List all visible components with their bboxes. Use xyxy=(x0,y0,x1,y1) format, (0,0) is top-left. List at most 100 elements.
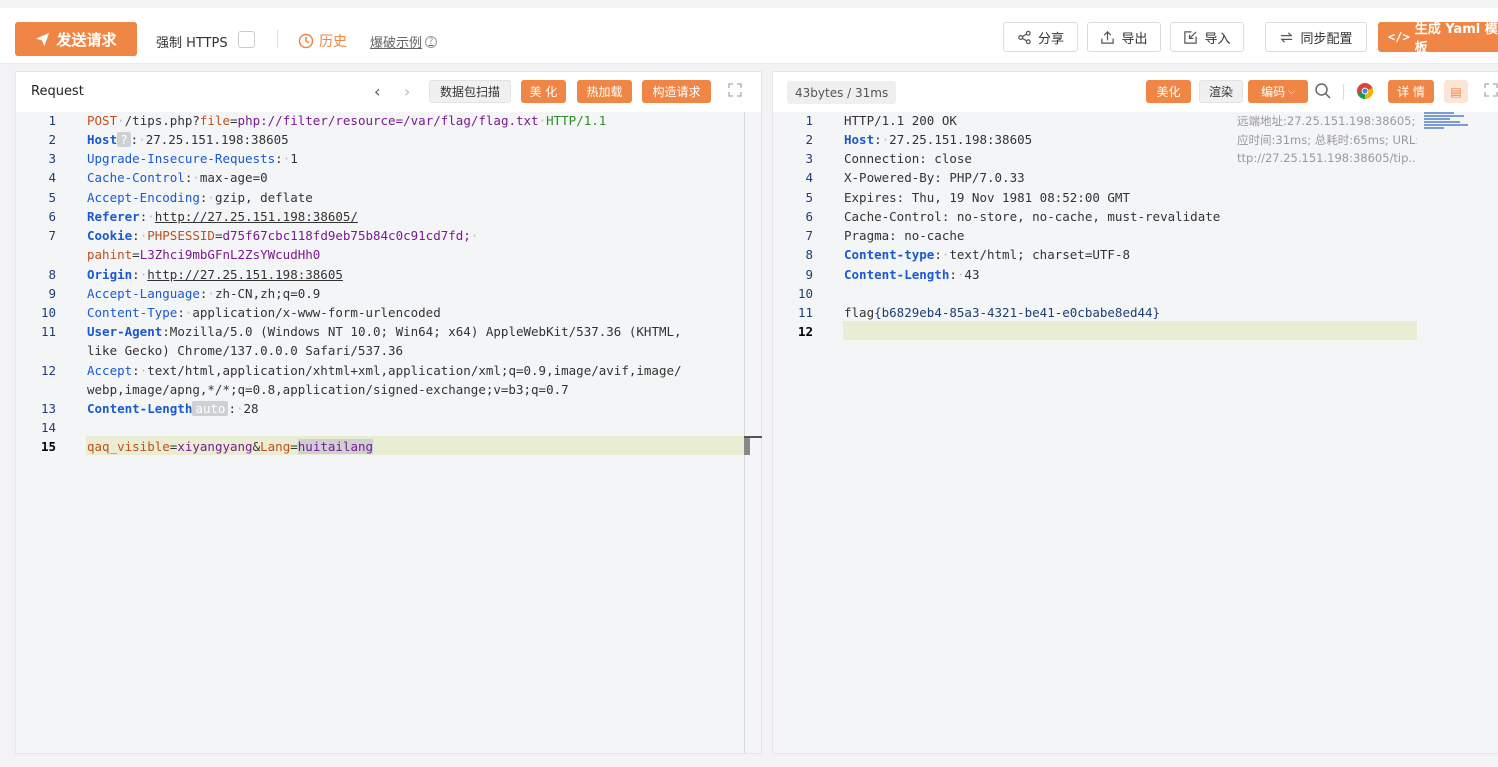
packet-scan-label: 数据包扫描 xyxy=(439,85,500,99)
sync-config-label: 同步配置 xyxy=(1300,31,1353,47)
share-icon xyxy=(1018,30,1031,44)
response-beautify-button[interactable]: 美化 xyxy=(1146,80,1191,103)
header-line: Connection: close xyxy=(844,151,972,166)
packet-scan-button[interactable]: 数据包扫描 xyxy=(429,80,511,103)
share-button[interactable]: 分享 xyxy=(1003,22,1078,52)
header-line: Content-type:·text/html; charset=UTF-8 xyxy=(844,247,1130,262)
request-title: Request xyxy=(31,84,84,99)
line-number: 12 xyxy=(797,324,813,339)
help-icon: ? xyxy=(425,35,438,48)
expand-icon[interactable] xyxy=(728,83,742,97)
import-label: 导入 xyxy=(1204,31,1231,47)
header-line: Pragma: no-cache xyxy=(844,228,965,243)
hot-load-label: 热加载 xyxy=(586,85,623,99)
chevron-down-icon: ⌵ xyxy=(1288,86,1295,97)
detail-button[interactable]: 详 情 xyxy=(1388,80,1434,103)
generate-yaml-button[interactable]: </> 生成 Yaml 模板 xyxy=(1378,22,1498,56)
header-line: Cookie:·PHPSESSID=d75f67cbc118fd9eb75b84… xyxy=(87,228,479,243)
export-label: 导出 xyxy=(1121,31,1148,47)
header-line: Accept:·text/html,application/xhtml+xml,… xyxy=(87,363,682,378)
render-label: 渲染 xyxy=(1208,85,1233,99)
line-number: 15 xyxy=(40,439,56,454)
editor-scrollbar[interactable] xyxy=(744,112,745,753)
construct-request-button[interactable]: 构造请求 xyxy=(642,80,711,103)
clock-icon xyxy=(298,33,314,49)
line-number: 3 xyxy=(48,151,56,166)
line-number: 11 xyxy=(40,324,56,339)
force-https-label: 强制 HTTPS xyxy=(156,36,228,51)
request-beautify-button[interactable]: 美 化 xyxy=(521,80,566,103)
detail-label: 详 情 xyxy=(1397,85,1425,99)
send-request-label: 发送请求 xyxy=(56,30,117,49)
request-line: POST·/tips.php?file=php://filter/resourc… xyxy=(87,113,607,128)
line-number: 7 xyxy=(805,228,813,243)
line-number: 6 xyxy=(805,209,813,224)
line-number: 5 xyxy=(48,190,56,205)
header-line: Cache-Control:·max-age=0 xyxy=(87,170,268,185)
host-hint-tag: ? xyxy=(117,132,131,147)
line-number: 3 xyxy=(805,151,813,166)
response-meta-line: ttp://27.25.151.198:38605/tip... xyxy=(1237,151,1417,165)
header-line-wrap: pahint=L3Zhci9mbGFnL2ZsYWcudHh0 xyxy=(87,247,321,262)
line-number: 10 xyxy=(40,305,56,320)
line-number: 13 xyxy=(40,401,56,416)
export-button[interactable]: 导出 xyxy=(1087,22,1161,52)
expand-icon[interactable] xyxy=(1484,83,1498,97)
header-line: Cache-Control: no-store, no-cache, must-… xyxy=(844,209,1221,224)
scroll-cursor-marker xyxy=(744,437,750,455)
cursor-line xyxy=(744,436,762,438)
encoding-dropdown[interactable]: 编码 ⌵ xyxy=(1248,80,1308,103)
header-line: Content-Type:·application/x-www-form-url… xyxy=(87,305,441,320)
request-panel: Request ‹ › 数据包扫描 美 化 热加载 构造请求 1 2 3 4 5… xyxy=(15,71,762,754)
line-number: 10 xyxy=(797,286,813,301)
chevron-right-icon[interactable]: › xyxy=(404,82,410,101)
render-button[interactable]: 渲染 xyxy=(1199,80,1243,103)
header-line: Upgrade-Insecure-Requests:·1 xyxy=(87,151,298,166)
top-toolbar: 发送请求 强制 HTTPS 历史 爆破示例 ? 分享 导出 导入 同步配置 </… xyxy=(0,8,1498,64)
force-https-checkbox[interactable] xyxy=(238,31,255,48)
sync-config-button[interactable]: 同步配置 xyxy=(1265,22,1367,52)
line-number: 9 xyxy=(48,286,56,301)
response-panel: 43bytes / 31ms 美化 渲染 编码 ⌵ 详 情 ▤ 远端地址:27.2… xyxy=(772,71,1498,754)
sync-icon xyxy=(1280,31,1294,43)
send-icon xyxy=(36,32,50,46)
toolbar-divider xyxy=(277,30,278,48)
import-button[interactable]: 导入 xyxy=(1170,22,1244,52)
header-line: X-Powered-By: PHP/7.0.33 xyxy=(844,170,1025,185)
send-request-button[interactable]: 发送请求 xyxy=(15,22,137,56)
line-number: 4 xyxy=(805,170,813,185)
search-icon[interactable] xyxy=(1314,82,1332,100)
import-icon xyxy=(1184,30,1198,44)
status-line: HTTP/1.1 200 OK xyxy=(844,113,957,128)
export-icon xyxy=(1101,30,1115,44)
line-number: 1 xyxy=(805,113,813,128)
share-label: 分享 xyxy=(1037,31,1064,47)
line-number: 11 xyxy=(797,305,813,320)
content-length-auto-tag: auto xyxy=(192,401,229,416)
code-minimap[interactable] xyxy=(1424,112,1468,134)
encoding-label: 编码 xyxy=(1261,85,1286,99)
hot-load-button[interactable]: 热加载 xyxy=(577,80,632,103)
request-header: Request ‹ › 数据包扫描 美 化 热加载 构造请求 xyxy=(16,72,761,112)
history-label: 历史 xyxy=(319,34,347,50)
response-size-badge: 43bytes / 31ms xyxy=(787,81,897,104)
comment-icon: ▤ xyxy=(1450,84,1462,99)
request-beautify-label: 美 化 xyxy=(529,85,558,99)
chrome-icon[interactable] xyxy=(1356,82,1374,100)
header-line: Accept-Encoding:·gzip, deflate xyxy=(87,190,313,205)
line-number: 9 xyxy=(805,267,813,282)
response-meta-line: 应时间:31ms; 总耗时:65ms; URL:h xyxy=(1237,133,1417,147)
response-editor[interactable]: 远端地址:27.25.151.198:38605; 响 应时间:31ms; 总耗… xyxy=(773,112,1498,753)
history-button[interactable]: 历史 xyxy=(298,31,347,51)
header-line: Content-Length auto:·28 xyxy=(87,401,259,416)
construct-request-label: 构造请求 xyxy=(652,85,701,99)
brute-example-link[interactable]: 爆破示例 ? xyxy=(370,32,438,51)
comment-button[interactable]: ▤ xyxy=(1444,80,1468,103)
line-number: 2 xyxy=(805,132,813,147)
line-number: 5 xyxy=(805,190,813,205)
header-line: Accept-Language:·zh-CN,zh;q=0.9 xyxy=(87,286,321,301)
request-editor[interactable]: 1 2 3 4 5 6 7 8 9 10 11 12 13 14 15 POST… xyxy=(16,112,762,753)
code-icon: </> xyxy=(1388,30,1410,44)
line-number: 1 xyxy=(48,113,56,128)
chevron-left-icon[interactable]: ‹ xyxy=(374,82,380,101)
